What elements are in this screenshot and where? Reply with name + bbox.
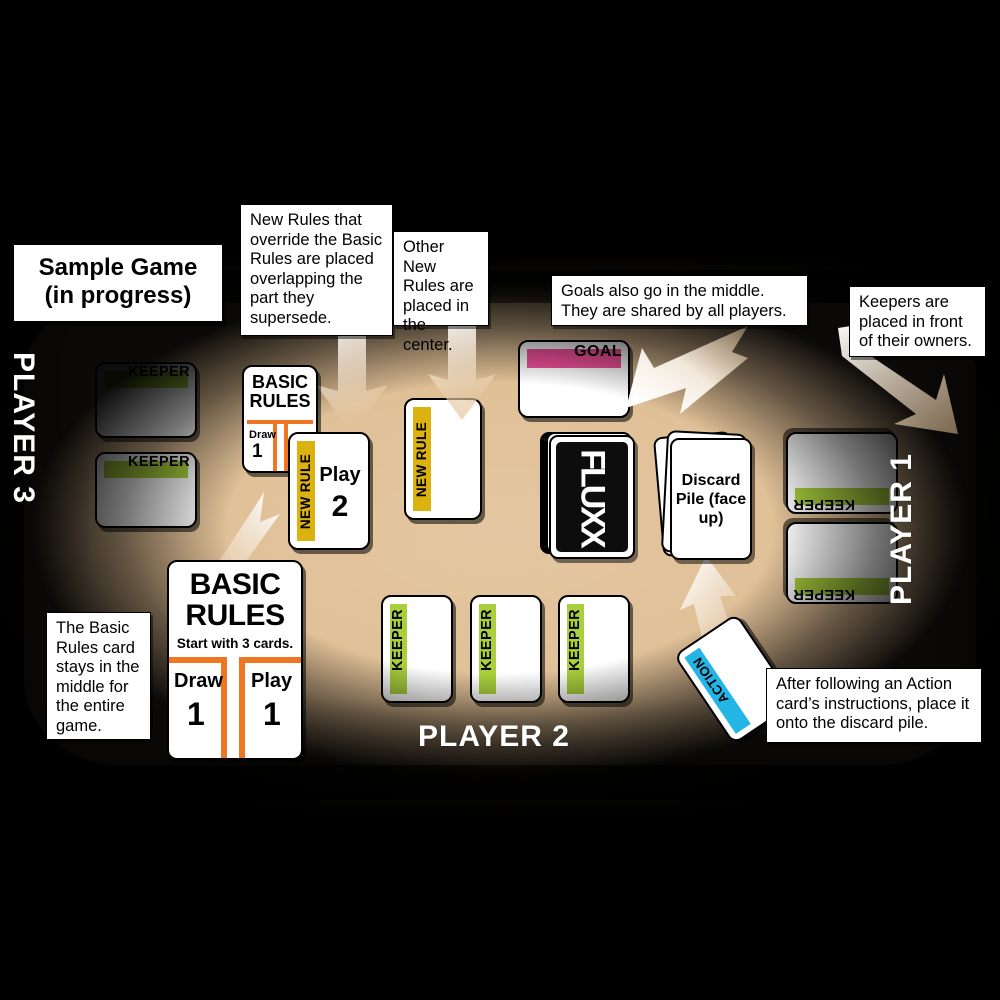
new-rule-card-play2[interactable]: NEW RULE Play 2	[288, 432, 370, 550]
player2-keeper-card-3[interactable]: KEEPER	[558, 595, 630, 703]
basic-rules-card[interactable]: BASIC RULES Start with 3 cards. Draw 1 P…	[167, 560, 303, 760]
basic-rules-draw-label: Draw	[174, 670, 223, 692]
deck-top-card: FLUXX	[549, 435, 635, 559]
callout-new-rules-override: New Rules that override the Basic Rules …	[240, 204, 393, 336]
keeper-label: KEEPER	[567, 608, 584, 672]
keeper-label: KEEPER	[390, 608, 407, 672]
new-rule-play-value: 2	[331, 490, 349, 523]
basic-rules-draw-value: 1	[252, 441, 263, 462]
fluxx-logo: FLUXX	[573, 448, 612, 546]
callout-goals-middle: Goals also go in the middle. They are sh…	[551, 275, 808, 326]
goal-card[interactable]: GOAL	[518, 340, 630, 418]
basic-rules-rail-right-vert	[239, 657, 245, 758]
goal-label: GOAL	[574, 343, 622, 360]
sample-game-title-line2: (in progress)	[44, 282, 192, 309]
player3-keeper-card-2[interactable]: KEEPER	[95, 452, 197, 528]
player-3-label: PLAYER 3	[7, 352, 40, 504]
player-1-label: PLAYER 1	[885, 453, 918, 605]
keeper-label: KEEPER	[793, 586, 856, 602]
arrow-to-goal	[620, 322, 750, 432]
player1-keeper-card-1[interactable]: KEEPER	[786, 432, 898, 514]
sample-game-title-box: Sample Game (in progress)	[12, 243, 224, 323]
keeper-label: KEEPER	[793, 496, 856, 512]
sample-game-title-line1: Sample Game	[38, 254, 198, 281]
player1-keeper-card-2[interactable]: KEEPER	[786, 522, 898, 604]
arrow-to-basic-rules-overlap	[310, 325, 400, 435]
basic-rules-rail-right-top	[239, 657, 301, 663]
basic-rules-rail-top	[247, 420, 313, 424]
keeper-label: KEEPER	[127, 454, 190, 470]
basic-rules-title-line1: BASIC	[251, 372, 308, 392]
player-2-label: PLAYER 2	[418, 720, 570, 753]
basic-rules-subtitle: Start with 3 cards.	[176, 636, 294, 651]
basic-rules-title-line2: RULES	[249, 391, 311, 411]
basic-rules-rail-left-top	[169, 657, 227, 663]
player2-keeper-card-1[interactable]: KEEPER	[381, 595, 453, 703]
callout-keepers-in-front: Keepers are placed in front of their own…	[849, 286, 986, 357]
basic-rules-rail-mid	[273, 420, 277, 471]
new-rule-label: NEW RULE	[298, 453, 314, 529]
keeper-label: KEEPER	[479, 608, 496, 672]
player2-keeper-card-2[interactable]: KEEPER	[470, 595, 542, 703]
callout-other-new-rules: Other New Rules are placed in the center…	[393, 231, 489, 354]
callout-basic-rules-stays: The Basic Rules card stays in the middle…	[46, 612, 151, 740]
basic-rules-title-line1: BASIC	[189, 568, 281, 601]
new-rule-play-word: Play	[319, 464, 361, 486]
basic-rules-draw-label: Draw	[249, 429, 276, 441]
draw-pile[interactable]: FLUXX	[540, 432, 636, 562]
discard-pile-label: Discard Pile (face up)	[675, 471, 747, 527]
callout-action-discard: After following an Action card’s instruc…	[766, 668, 982, 743]
sample-game-diagram: PLAYER 3 KEEPER KEEPER BASIC RULES Draw …	[0, 0, 1000, 1000]
new-rule-label: NEW RULE	[414, 421, 430, 497]
deck-back-art: FLUXX	[556, 442, 628, 552]
basic-rules-title-line2: RULES	[185, 599, 285, 632]
keeper-label: KEEPER	[127, 364, 190, 380]
player3-keeper-card-1[interactable]: KEEPER	[95, 362, 197, 438]
basic-rules-draw-value: 1	[187, 696, 205, 732]
basic-rules-play-value: 1	[263, 696, 281, 732]
basic-rules-play-label: Play	[251, 670, 293, 692]
discard-pile[interactable]: Discard Pile (face up)	[652, 429, 762, 564]
